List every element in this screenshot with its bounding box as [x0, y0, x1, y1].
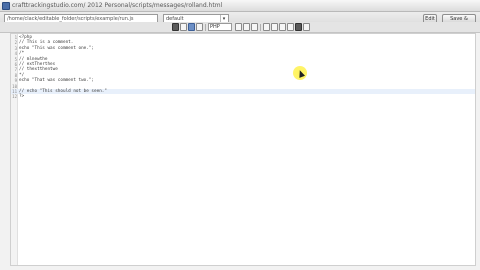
settings-icon[interactable] [303, 23, 310, 31]
code-editor[interactable]: 1 <?php 2// This is a comment. 3 echo "This … [10, 33, 476, 266]
highlight-icon[interactable] [279, 23, 286, 31]
title-bar: crafttrackingstudio.com/ 2012 Personal/s… [0, 0, 480, 12]
app-icon [2, 2, 10, 10]
search-icon[interactable] [235, 23, 242, 31]
undo-icon[interactable] [196, 23, 203, 31]
word-wrap-icon[interactable] [271, 23, 278, 31]
goto-line-icon[interactable] [251, 23, 258, 31]
help-icon[interactable] [295, 23, 302, 31]
separator [260, 24, 261, 31]
code-line[interactable]: 12 ?> [11, 94, 475, 99]
replace-icon[interactable] [243, 23, 250, 31]
window-title: crafttrackingstudio.com/ 2012 Personal/s… [12, 2, 223, 9]
cut-icon[interactable] [172, 23, 179, 31]
paste-icon[interactable] [188, 23, 195, 31]
syntax-select[interactable]: PHP [208, 23, 232, 31]
line-number: 12 [12, 94, 17, 100]
separator [205, 24, 206, 31]
reset-icon[interactable] [287, 23, 294, 31]
code-text: ?> [19, 94, 25, 100]
editor-icon-bar: PHP [0, 22, 480, 33]
copy-icon[interactable] [180, 23, 187, 31]
fullscreen-icon[interactable] [263, 23, 270, 31]
